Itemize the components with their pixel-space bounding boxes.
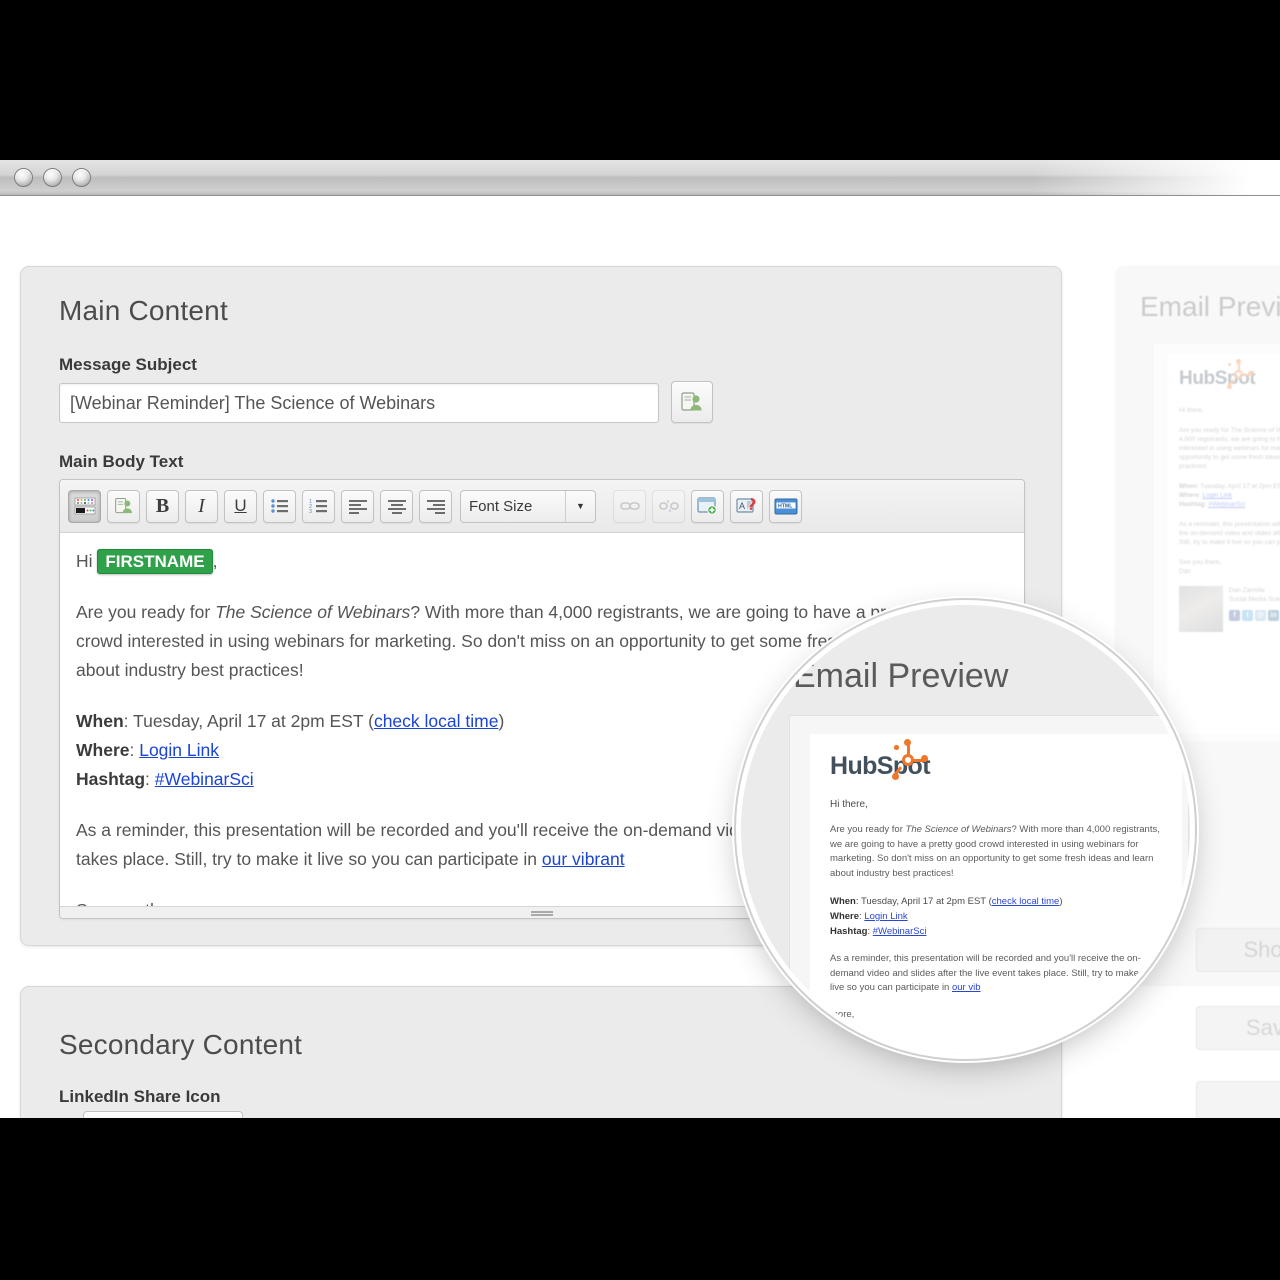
hubspot-logo: HubSpot — [1179, 359, 1280, 390]
preview-greeting: Hi there, — [1179, 407, 1204, 414]
magnified-paragraph-1: Are you ready for The Science of Webinar… — [830, 824, 1160, 879]
personalization-token-toolbar-button[interactable] — [107, 489, 140, 523]
align-center-button[interactable] — [380, 489, 413, 523]
italic-button[interactable]: I — [185, 489, 218, 523]
show-button[interactable]: Show — [1196, 928, 1280, 972]
author-role: Social Media Scientist — [1229, 596, 1280, 603]
letterbox-bottom — [0, 1118, 1280, 1280]
align-center-icon — [387, 500, 406, 514]
twitter-icon[interactable]: t — [1242, 610, 1253, 621]
hashtag-link[interactable]: #WebinarSci — [155, 769, 254, 789]
message-subject-label: Message Subject — [59, 355, 197, 374]
email-icon[interactable]: @ — [1255, 610, 1266, 621]
magnifier-content: Email Preview HubSpot Hi there, Are you … — [741, 605, 1190, 1054]
message-subject-input[interactable] — [59, 383, 659, 423]
secondary-title: Secondary Content — [59, 1029, 303, 1060]
author-name: Dan Zarrella — [1229, 587, 1265, 594]
extra-button[interactable] — [1196, 1081, 1280, 1118]
window-controls[interactable] — [14, 168, 91, 187]
main-body-text-label: Main Body Text — [59, 452, 184, 471]
magnified-details: When: Tuesday, April 17 at 2pm EST (chec… — [830, 896, 1063, 937]
preview-paragraph-2: As a reminder, this presentation will be… — [1179, 521, 1280, 546]
link-button[interactable] — [613, 489, 646, 523]
underline-icon: U — [234, 496, 247, 515]
align-right-button[interactable] — [419, 489, 452, 523]
magnified-email-preview-title: Email Preview — [793, 657, 1009, 695]
letterbox-top — [0, 0, 1280, 160]
contact-token-icon — [114, 498, 132, 514]
login-link[interactable]: Login Link — [139, 740, 219, 760]
unlink-icon — [658, 500, 679, 512]
titlebar-fade — [1030, 160, 1280, 195]
check-local-time-link[interactable]: check local time — [374, 711, 499, 731]
personalization-token-button[interactable] — [671, 381, 713, 423]
magnified-email-message: HubSpot Hi there, Are you ready for The … — [810, 734, 1182, 1054]
numbered-list-icon: 1 2 3 — [309, 499, 327, 514]
hashtag-link[interactable]: #WebinarSci — [873, 926, 927, 937]
select-image-button[interactable]: Select Image — [83, 1111, 243, 1118]
resize-grip-icon[interactable] — [531, 910, 553, 917]
bullet-list-icon — [270, 499, 288, 513]
font-size-label: Font Size — [469, 497, 533, 515]
bold-icon: B — [155, 494, 170, 517]
linkedin-share-icon-label: LinkedIn Share Icon — [59, 1087, 221, 1106]
hubspot-logo-text: HubSpot — [1179, 368, 1256, 389]
linkedin-icon[interactable]: in — [1268, 610, 1279, 621]
our-vibrant-link[interactable]: our vib — [952, 982, 981, 993]
color-palette-icon — [74, 497, 95, 515]
svg-text:HTML: HTML — [778, 503, 793, 509]
hubspot-logo-magnified: HubSpot — [830, 739, 931, 781]
contact-token-icon — [681, 392, 702, 411]
insert-anchor-button[interactable]: A — [730, 489, 763, 523]
preview-author-block: Dan Zarrella Social Media Scientist f t … — [1179, 586, 1280, 632]
align-left-icon — [348, 500, 367, 514]
minimize-button-icon[interactable] — [43, 168, 62, 187]
social-icons[interactable]: f t @ in r — [1229, 610, 1280, 621]
preview-paragraph-1: Are you ready for The Science of Webinar… — [1179, 427, 1280, 470]
html-icon: HTML — [774, 498, 797, 514]
magnified-greeting: Hi there, — [830, 799, 868, 810]
close-button-icon[interactable] — [14, 168, 33, 187]
font-size-select[interactable]: Font Size ▼ — [460, 489, 596, 523]
hubspot-logo-text: HubSpot — [830, 752, 931, 780]
editor-toolbar[interactable]: B I U 1 2 3 Font Size ▼ A HTML — [60, 480, 1024, 533]
link-icon — [619, 502, 640, 510]
insert-image-button[interactable] — [691, 489, 724, 523]
underline-button[interactable]: U — [224, 489, 257, 523]
body-greeting: Hi FIRSTNAME, — [76, 547, 1008, 576]
magnified-preview-frame: HubSpot Hi there, Are you ready for The … — [789, 715, 1189, 1054]
source-colors-button[interactable] — [68, 489, 101, 523]
svg-text:3: 3 — [309, 509, 312, 514]
save-button[interactable]: Save — [1196, 1006, 1280, 1050]
unlink-button[interactable] — [652, 489, 685, 523]
align-left-button[interactable] — [341, 489, 374, 523]
preview-details: When: Tuesday, April 17 at 2pm EST (chec… — [1179, 483, 1280, 508]
window-titlebar — [0, 160, 1280, 196]
login-link[interactable]: Login Link — [864, 911, 907, 922]
screenshot-stage: Email Preview HubSpot — [0, 0, 1280, 1280]
page-title: Main Content — [59, 295, 228, 326]
preview-signoff: See you there, — [1179, 559, 1222, 566]
numbered-list-button[interactable]: 1 2 3 — [302, 489, 335, 523]
magnified-signoff: more, — [830, 1008, 855, 1020]
bold-button[interactable]: B — [146, 489, 179, 523]
facebook-icon[interactable]: f — [1229, 610, 1240, 621]
bullet-list-button[interactable] — [263, 489, 296, 523]
check-local-time-link[interactable]: check local time — [992, 896, 1060, 907]
our-vibrant-link[interactable]: our vibrant — [542, 849, 625, 869]
insert-image-icon — [696, 497, 717, 515]
align-right-icon — [426, 500, 445, 514]
email-preview-title: Email Preview — [1140, 291, 1280, 322]
italic-icon: I — [198, 494, 205, 517]
magnified-paragraph-2: As a reminder, this presentation will be… — [830, 953, 1147, 993]
anchor-image-icon: A — [735, 498, 755, 513]
html-source-button[interactable]: HTML — [769, 489, 802, 523]
zoom-button-icon[interactable] — [72, 168, 91, 187]
preview-signature: Dan — [1179, 568, 1191, 575]
firstname-token[interactable]: FIRSTNAME — [97, 549, 213, 574]
svg-text:A: A — [739, 501, 745, 511]
chevron-down-icon[interactable]: ▼ — [565, 490, 595, 522]
magnifier-lens: Email Preview HubSpot Hi there, Are you … — [741, 605, 1190, 1054]
